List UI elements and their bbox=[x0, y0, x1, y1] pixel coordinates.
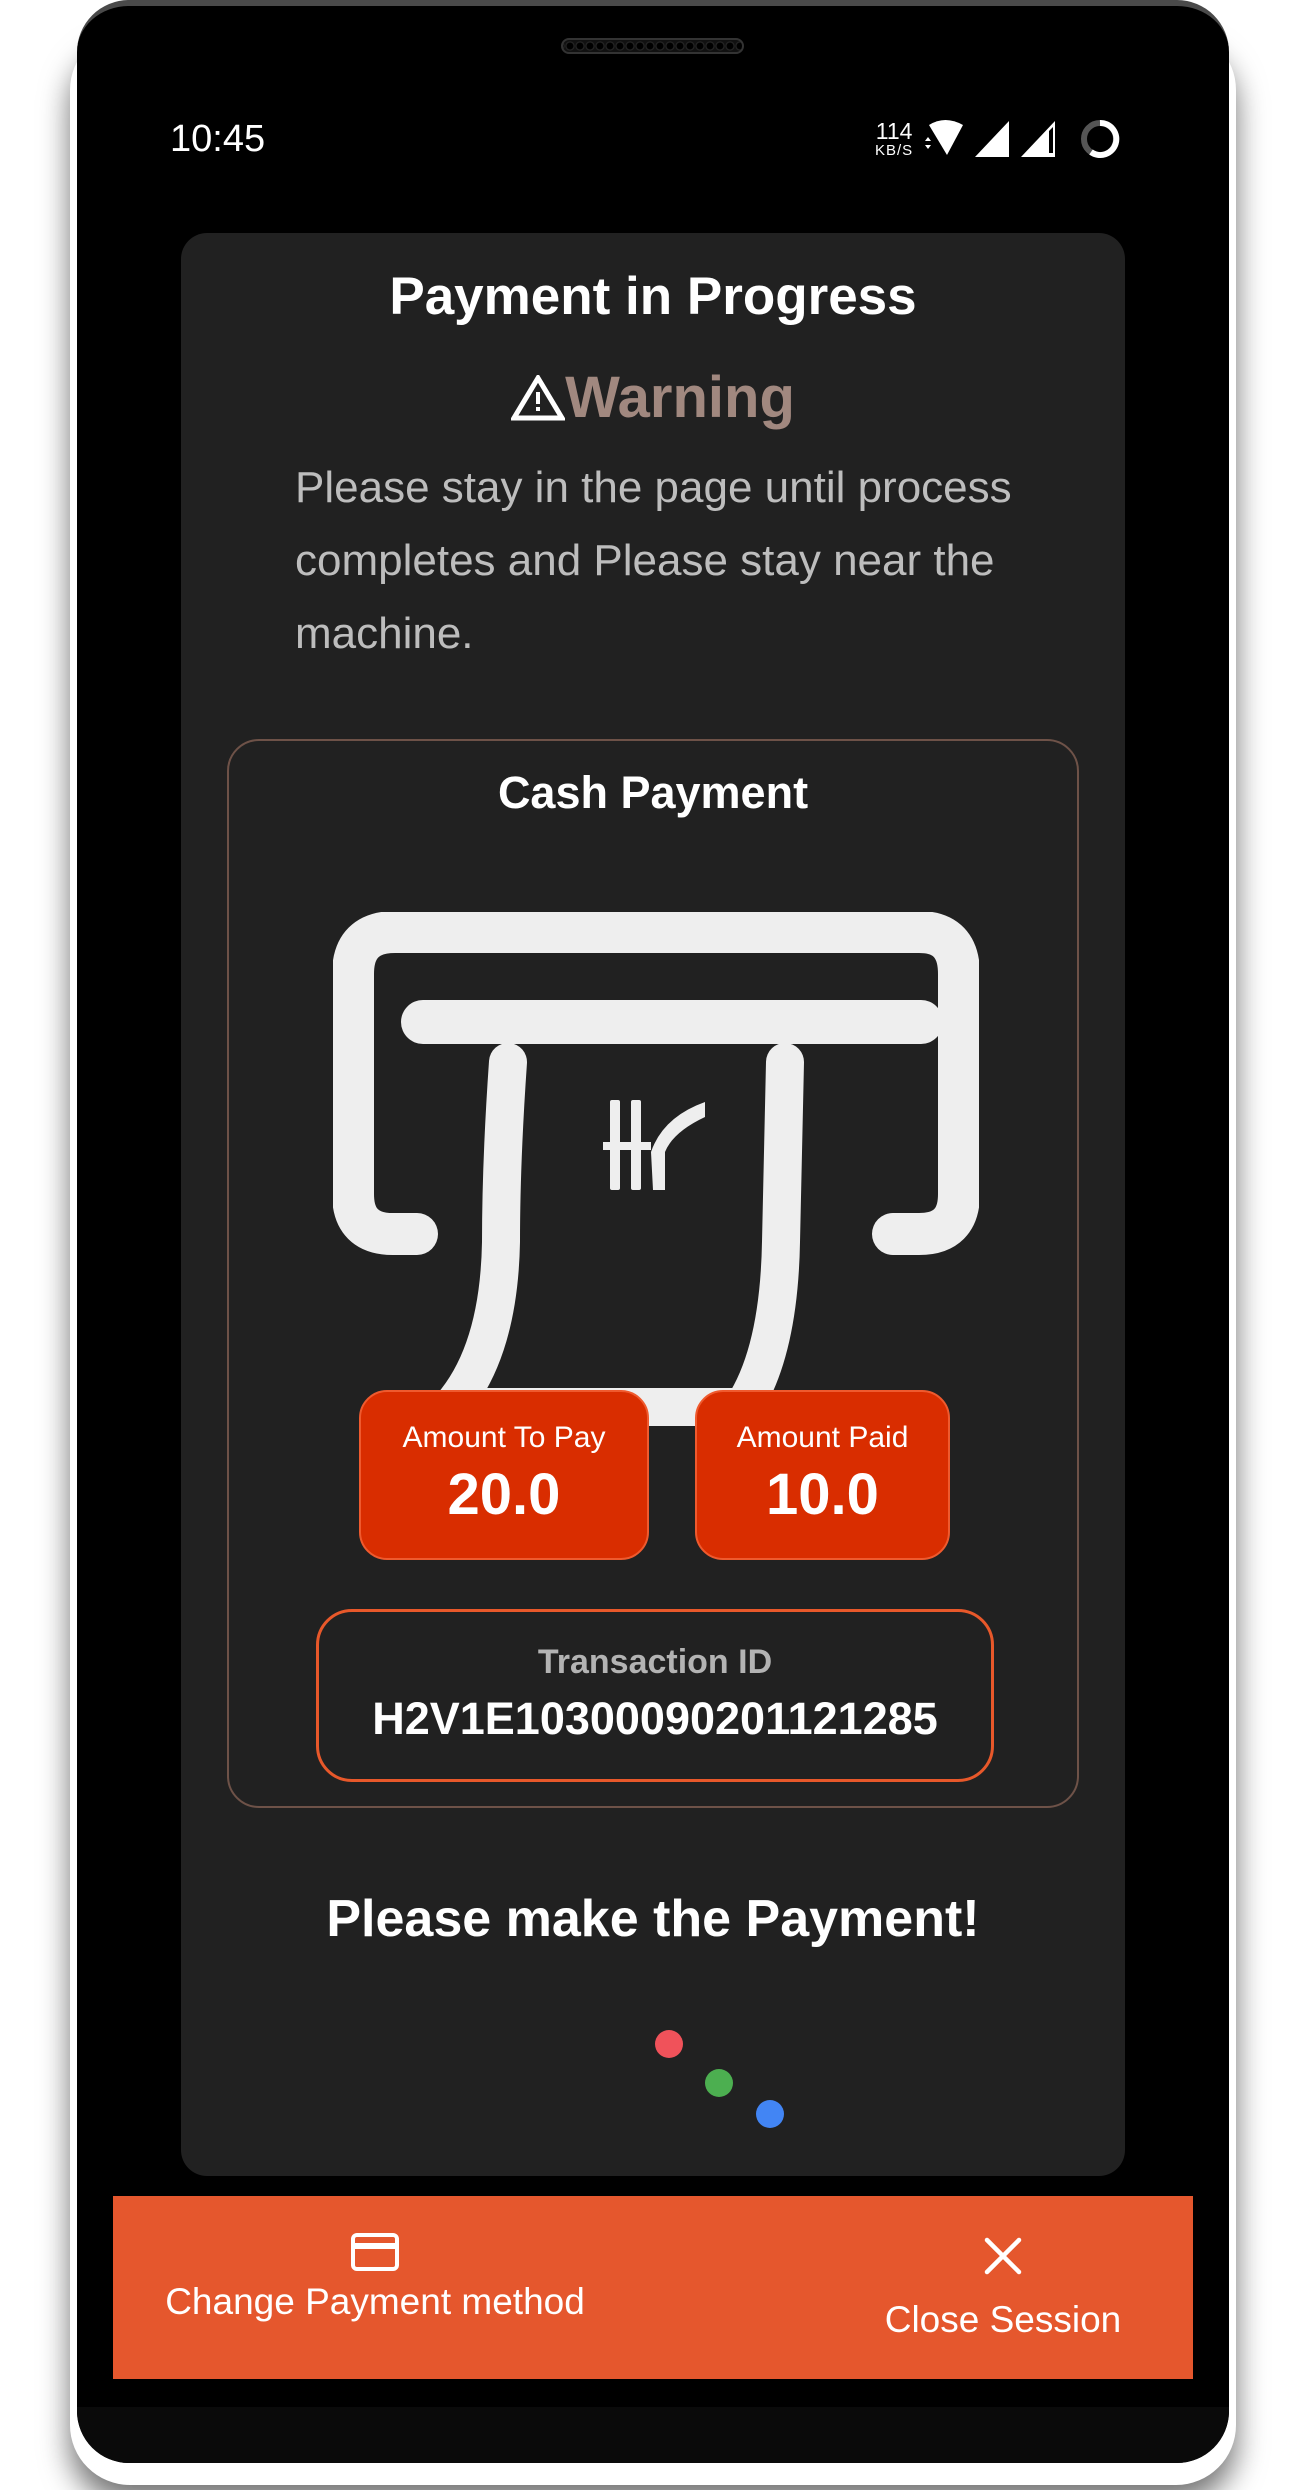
status-time: 10:45 bbox=[170, 118, 266, 160]
amount-paid-box: Amount Paid 10.0 bbox=[695, 1390, 950, 1560]
transaction-id-box: Transaction ID H2V1E10300090201121285 bbox=[316, 1609, 994, 1782]
signal-full-icon bbox=[975, 121, 1010, 157]
warning-message: Please stay in the page until process co… bbox=[295, 463, 1012, 658]
loader-dot-green bbox=[705, 2069, 733, 2097]
amount-to-pay-value: 20.0 bbox=[447, 1462, 561, 1527]
cash-dispenser-icon bbox=[333, 912, 979, 1426]
network-speed-unit: KB/S bbox=[875, 142, 914, 159]
cash-payment-panel: Cash Payment Amount To Pay 20.0 Amount P… bbox=[227, 739, 1079, 1808]
close-icon bbox=[984, 2237, 1022, 2275]
transaction-id-value: H2V1E10300090201121285 bbox=[372, 1693, 938, 1744]
change-payment-method-button[interactable]: Change Payment method bbox=[153, 2196, 597, 2379]
amount-to-pay-label: Amount To Pay bbox=[402, 1421, 606, 1454]
warning-label: Warning bbox=[565, 365, 795, 430]
close-session-label: Close Session bbox=[884, 2299, 1122, 2340]
warning-icon bbox=[511, 375, 566, 421]
status-icons: 114 KB/S bbox=[875, 114, 1123, 164]
page-title: Payment in Progress bbox=[389, 267, 917, 326]
phone-frame: 10:45 114 KB/S Payment in Progress Warni… bbox=[77, 0, 1229, 2463]
loader-dot-red bbox=[655, 2030, 683, 2058]
payment-card: Payment in Progress Warning Please stay … bbox=[181, 233, 1125, 2176]
battery-ring-icon bbox=[1081, 119, 1120, 158]
credit-card-icon bbox=[351, 2233, 399, 2271]
bottom-action-bar: Change Payment method Close Session bbox=[113, 2196, 1193, 2379]
network-speed-value: 114 bbox=[875, 118, 913, 144]
network-speed: 114 KB/S bbox=[875, 118, 914, 159]
earpiece-speaker bbox=[561, 38, 744, 54]
loader-dot-blue bbox=[756, 2100, 784, 2128]
change-payment-method-label: Change Payment method bbox=[165, 2281, 585, 2322]
amount-to-pay-box: Amount To Pay 20.0 bbox=[359, 1390, 649, 1560]
amount-paid-value: 10.0 bbox=[766, 1462, 879, 1527]
cash-payment-title: Cash Payment bbox=[497, 767, 809, 818]
wifi-icon bbox=[925, 120, 964, 155]
phone-chin bbox=[77, 2407, 1229, 2463]
payment-prompt: Please make the Payment! bbox=[326, 1890, 980, 1948]
amount-paid-label: Amount Paid bbox=[736, 1421, 909, 1454]
signal-partial-icon bbox=[1021, 121, 1056, 157]
transaction-id-label: Transaction ID bbox=[537, 1643, 773, 1681]
close-session-button[interactable]: Close Session bbox=[853, 2196, 1153, 2379]
warning-heading: Warning bbox=[181, 365, 1125, 431]
